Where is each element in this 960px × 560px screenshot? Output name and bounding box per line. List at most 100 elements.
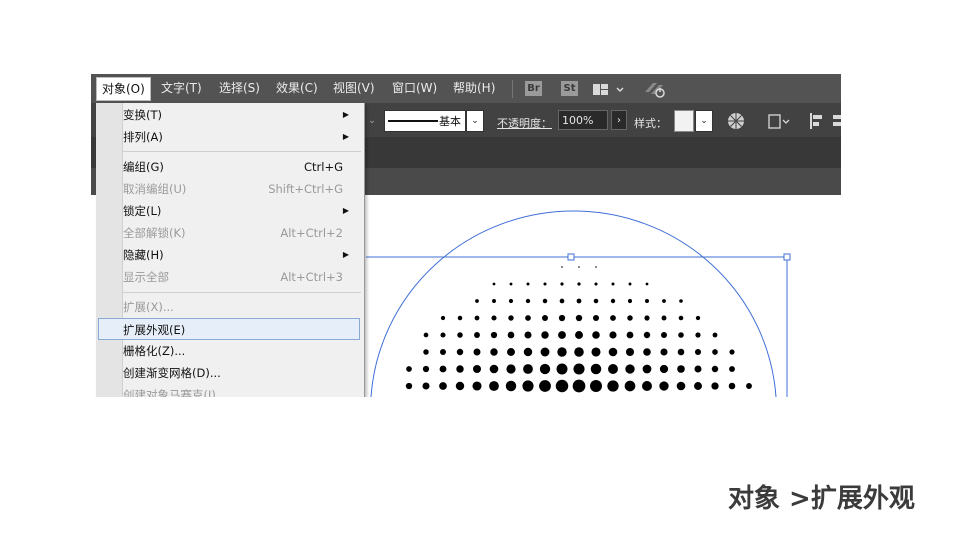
halftone-dot bbox=[607, 380, 619, 392]
halftone-dot bbox=[627, 315, 633, 321]
halftone-dot bbox=[406, 366, 412, 372]
halftone-dot bbox=[561, 266, 563, 268]
halftone-dot bbox=[456, 365, 464, 373]
halftone-dot bbox=[542, 298, 548, 304]
halftone-dot bbox=[625, 364, 635, 374]
halftone-dot bbox=[526, 282, 530, 286]
opacity-input[interactable]: 100% bbox=[558, 110, 608, 130]
menubar-divider bbox=[512, 80, 513, 98]
halftone-dot bbox=[679, 299, 683, 303]
document-setup-icon[interactable] bbox=[767, 112, 791, 130]
menu-item-expand-appearance[interactable]: 扩展外观(E) bbox=[98, 318, 360, 340]
halftone-dot bbox=[457, 315, 463, 321]
halftone-dot bbox=[555, 379, 569, 393]
menu-view[interactable]: 视图(V) bbox=[333, 74, 375, 103]
halftone-dot bbox=[578, 266, 580, 268]
halftone-dot bbox=[542, 315, 548, 321]
menu-item-arrange[interactable]: 排列(A) ▶ bbox=[123, 126, 351, 148]
style-dropdown-icon[interactable]: ⌄ bbox=[695, 110, 713, 132]
gpu-performance-icon[interactable] bbox=[643, 80, 667, 98]
halftone-dot bbox=[610, 315, 616, 321]
halftone-dot bbox=[475, 299, 479, 303]
recolor-artwork-icon[interactable] bbox=[727, 112, 745, 130]
menu-select[interactable]: 选择(S) bbox=[219, 74, 260, 103]
align-center-icon[interactable] bbox=[833, 112, 841, 130]
halftone-dot bbox=[474, 332, 480, 338]
menu-window[interactable]: 窗口(W) bbox=[392, 74, 437, 103]
submenu-arrow-icon: ▶ bbox=[342, 110, 349, 119]
menu-help[interactable]: 帮助(H) bbox=[453, 74, 495, 103]
menu-item-label: 取消编组(U) bbox=[123, 182, 187, 196]
halftone-dot bbox=[627, 298, 633, 304]
stroke-weight-dropdown-icon[interactable]: ⌄ bbox=[363, 110, 381, 132]
opacity-arrow-icon[interactable]: › bbox=[611, 110, 627, 130]
halftone-dot bbox=[539, 363, 551, 375]
halftone-dot bbox=[558, 331, 566, 339]
halftone-dot bbox=[592, 331, 600, 339]
halftone-dot bbox=[541, 331, 549, 339]
align-left-icon[interactable] bbox=[809, 112, 825, 130]
halftone-dot bbox=[505, 380, 517, 392]
halftone-dot bbox=[492, 299, 496, 303]
halftone-dot bbox=[608, 347, 618, 357]
menu-item-shortcut: Alt+Ctrl+2 bbox=[280, 226, 343, 240]
stroke-profile-dropdown-icon[interactable]: ⌄ bbox=[466, 110, 484, 132]
bounding-box-handle-top-right[interactable] bbox=[783, 253, 791, 261]
graphic-style-swatch[interactable] bbox=[674, 110, 694, 132]
arrange-documents-icon[interactable] bbox=[593, 82, 625, 96]
menu-object[interactable]: 对象(O) bbox=[96, 77, 151, 101]
halftone-dot bbox=[593, 298, 599, 304]
menu-item-hide[interactable]: 隐藏(H) ▶ bbox=[123, 244, 351, 266]
halftone-dot bbox=[573, 363, 585, 375]
opacity-label[interactable]: 不透明度： bbox=[497, 115, 552, 131]
halftone-dot bbox=[422, 365, 430, 373]
stroke-line-preview bbox=[388, 120, 438, 122]
menu-item-label: 排列(A) bbox=[123, 130, 163, 144]
menu-item-label: 扩展(X)... bbox=[123, 300, 174, 314]
halftone-dot bbox=[711, 382, 719, 390]
halftone-dot bbox=[595, 266, 597, 268]
menu-item-create-gradient-mesh[interactable]: 创建渐变网格(D)... bbox=[123, 362, 351, 384]
halftone-dot bbox=[695, 315, 701, 321]
menu-bar: 对象(O) 文字(T) 选择(S) 效果(C) 视图(V) 窗口(W) 帮助(H… bbox=[91, 74, 841, 103]
menu-item-label: 编组(G) bbox=[123, 160, 164, 174]
menu-item-group[interactable]: 编组(G) Ctrl+G bbox=[123, 156, 351, 178]
halftone-dot bbox=[628, 282, 632, 286]
halftone-dot bbox=[645, 282, 649, 286]
halftone-dot bbox=[660, 348, 668, 356]
menu-effect[interactable]: 效果(C) bbox=[276, 74, 318, 103]
menu-item-label: 全部解锁(K) bbox=[123, 226, 186, 240]
halftone-dot bbox=[662, 299, 666, 303]
halftone-dot bbox=[611, 282, 615, 286]
bridge-badge-icon[interactable]: Br bbox=[525, 81, 542, 96]
stock-badge-icon[interactable]: St bbox=[561, 81, 578, 96]
halftone-dot bbox=[728, 382, 736, 390]
halftone-dot bbox=[455, 381, 465, 391]
halftone-dot bbox=[592, 314, 600, 322]
menu-item-expand: 扩展(X)... bbox=[123, 296, 351, 318]
halftone-dot bbox=[439, 365, 447, 373]
halftone-dot bbox=[474, 315, 480, 321]
halftone-dot bbox=[608, 364, 618, 374]
halftone-dot bbox=[560, 282, 564, 286]
halftone-dot bbox=[472, 364, 482, 374]
halftone-dot bbox=[558, 314, 566, 322]
halftone-dot bbox=[508, 315, 514, 321]
menu-item-lock[interactable]: 锁定(L) ▶ bbox=[123, 200, 351, 222]
stroke-profile-picker[interactable]: 基本 bbox=[384, 110, 466, 132]
menu-item-label: 扩展外观(E) bbox=[123, 323, 186, 337]
menu-item-rasterize[interactable]: 栅格化(Z)... bbox=[123, 340, 351, 362]
menu-type[interactable]: 文字(T) bbox=[161, 74, 202, 103]
halftone-dot bbox=[540, 347, 550, 357]
halftone-dot bbox=[556, 363, 568, 375]
halftone-dot bbox=[457, 332, 463, 338]
halftone-dot bbox=[626, 331, 634, 339]
menu-item-label: 栅格化(Z)... bbox=[123, 344, 186, 358]
halftone-dot bbox=[507, 331, 515, 339]
halftone-dot bbox=[557, 347, 567, 357]
bounding-box-handle-top[interactable] bbox=[567, 253, 575, 261]
halftone-dot bbox=[440, 332, 446, 338]
halftone-dot bbox=[423, 349, 429, 355]
object-menu-dropdown: 变换(T) ▶ 排列(A) ▶ 编组(G) Ctrl+G 取消编组(U) Shi… bbox=[96, 103, 365, 397]
menu-item-transform[interactable]: 变换(T) ▶ bbox=[123, 104, 351, 126]
